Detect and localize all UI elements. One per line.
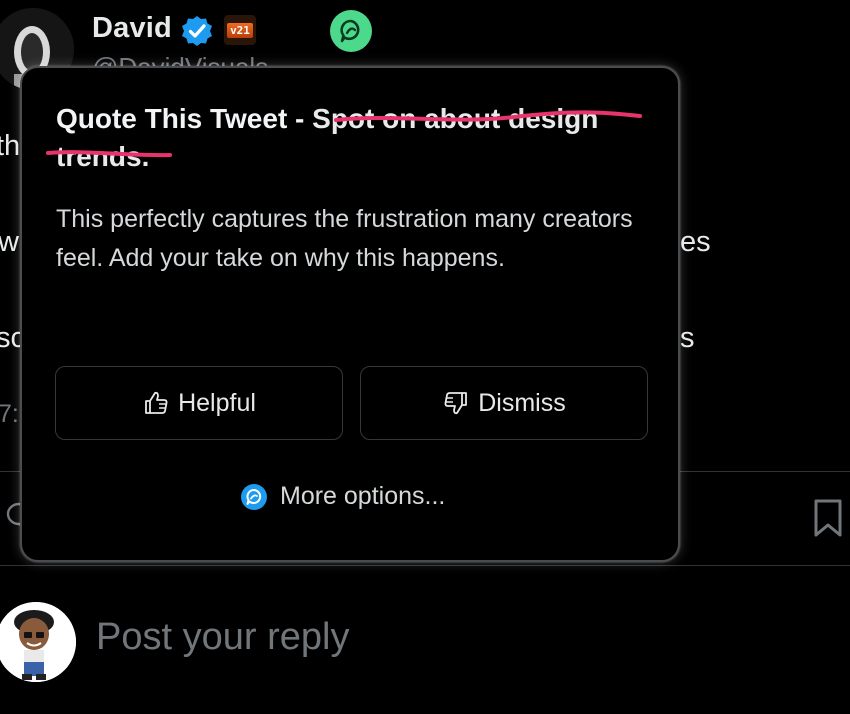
user-avatar[interactable] [0, 602, 76, 682]
thumbs-down-icon [444, 392, 468, 415]
dismiss-label: Dismiss [478, 388, 566, 417]
grok-small-icon [241, 483, 267, 510]
helpful-button[interactable]: Helpful [55, 366, 343, 440]
popup-title-prefix: Quote This Tweet - [56, 103, 313, 134]
author-name[interactable]: David [92, 12, 172, 45]
reply-input[interactable]: Post your reply [96, 616, 349, 659]
affiliate-badge[interactable]: v21 [224, 15, 256, 45]
strikethrough-mark [334, 110, 642, 122]
tweet-text-fragment: th [0, 130, 21, 162]
grok-suggestion-popup: Quote This Tweet - Spot on about design … [20, 66, 680, 562]
helpful-label: Helpful [178, 388, 256, 417]
tweet-page: David v21 @DavidVisuals th w es sc s 7: [0, 0, 850, 714]
thumbs-up-icon [145, 391, 168, 414]
tweet-text-fragment: w [0, 226, 19, 258]
tweet-timestamp-fragment[interactable]: 7: [0, 400, 19, 429]
divider [0, 565, 850, 566]
bookmark-icon[interactable] [812, 498, 844, 538]
more-options-link[interactable]: More options... [240, 482, 445, 511]
affiliate-badge-text: v21 [227, 22, 253, 38]
tweet-text-fragment: s [680, 322, 695, 354]
popup-body: This perfectly captures the frustration … [56, 205, 633, 272]
dismiss-button[interactable]: Dismiss [360, 366, 648, 440]
tweet-text-fragment: es [680, 226, 711, 258]
verified-badge-icon [182, 16, 212, 46]
strikethrough-mark [46, 150, 172, 158]
grok-icon[interactable] [330, 10, 372, 52]
more-options-label: More options... [280, 482, 446, 510]
